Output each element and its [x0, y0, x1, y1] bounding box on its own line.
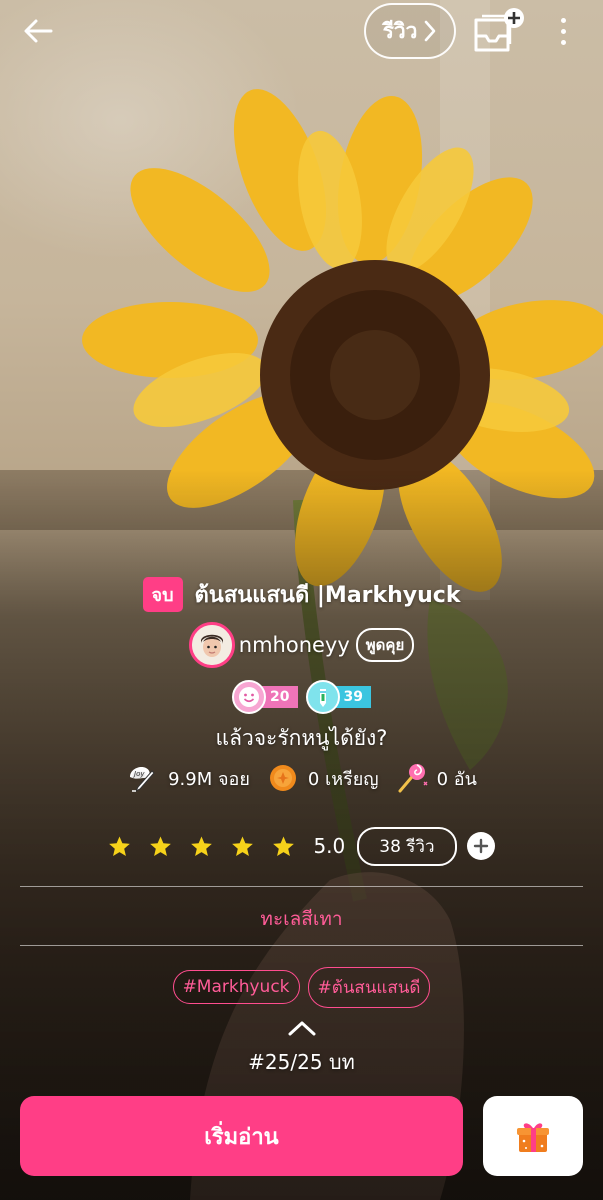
star-icon — [273, 835, 295, 856]
rating-stars — [108, 835, 295, 858]
badge-smiley[interactable]: 20 — [232, 680, 298, 714]
story-tagline: แล้วจะรักหนูได้ยัง? — [215, 726, 388, 750]
stats-row: Joy 9.9M จอย 0 เหรียญ 0 อัน — [0, 760, 603, 796]
chevron-up-icon[interactable] — [286, 1018, 318, 1038]
title-row: จบ ต้นสนแสนดี |Markhyuck — [0, 574, 603, 614]
author-avatar-icon — [191, 625, 232, 665]
writer-badges: 20 39 — [0, 678, 603, 716]
gift-box-icon — [517, 1123, 549, 1152]
add-to-library-button[interactable] — [470, 6, 530, 56]
stat-views-text: 9.9M จอย — [168, 768, 250, 790]
status-badge: จบ — [142, 576, 183, 612]
lollipop-icon — [395, 761, 429, 795]
divider — [20, 886, 583, 887]
tags-row: #Markhyuck #ต้นสนแสนดี — [0, 966, 603, 1008]
stat-views: Joy 9.9M จอย — [126, 761, 250, 795]
avatar[interactable] — [188, 622, 235, 668]
arrow-left-icon — [24, 19, 53, 43]
pencil-badge-icon — [305, 680, 340, 714]
rating-row: 5.0 38 รีวิว — [0, 826, 603, 866]
author-row: nmhoneyy พูดคุย — [0, 622, 603, 668]
divider — [20, 945, 583, 946]
add-review-button[interactable] — [466, 832, 495, 860]
star-icon — [232, 835, 254, 856]
rating-value: 5.0 — [313, 834, 346, 858]
story-title: ต้นสนแสนดี |Markhyuck — [194, 582, 461, 608]
stat-coins: 0 เหรียญ — [266, 761, 379, 795]
stat-candies-text: 0 อัน — [436, 768, 477, 790]
category-link[interactable]: ทะเลสีเทา — [0, 904, 603, 934]
joy-pen-icon: Joy — [126, 761, 160, 795]
star-icon — [109, 835, 131, 856]
review-count-button[interactable]: 38 รีวิว — [357, 826, 457, 866]
tag-chip[interactable]: #Markhyuck — [172, 970, 300, 1004]
add-to-shelf-icon — [474, 8, 524, 52]
gift-button[interactable] — [483, 1096, 583, 1176]
tag-chip[interactable]: #ต้นสนแสนดี — [307, 966, 431, 1008]
star-icon — [191, 835, 213, 856]
review-button-label: รีวิว — [382, 18, 418, 43]
smiley-badge-icon — [232, 680, 267, 714]
more-options-button[interactable] — [548, 10, 578, 52]
chevron-right-icon — [425, 20, 436, 42]
chat-button[interactable]: พูดคุย — [355, 628, 415, 662]
star-icon — [150, 835, 172, 856]
coin-icon — [266, 761, 300, 795]
svg-text:Joy: Joy — [132, 770, 145, 778]
plus-icon — [473, 838, 488, 854]
stat-candies: 0 อัน — [395, 761, 477, 795]
vertical-dots-icon — [560, 17, 566, 23]
author-name[interactable]: nmhoneyy — [239, 633, 350, 657]
chapter-count: #25/25 บท — [248, 1050, 355, 1074]
review-button[interactable]: รีวิว — [364, 3, 456, 59]
start-reading-button[interactable]: เริ่มอ่าน — [20, 1096, 463, 1176]
back-button[interactable] — [18, 12, 58, 50]
stat-coins-text: 0 เหรียญ — [307, 768, 379, 790]
badge-pencil[interactable]: 39 — [305, 680, 371, 714]
top-bar: รีวิว — [0, 0, 603, 62]
